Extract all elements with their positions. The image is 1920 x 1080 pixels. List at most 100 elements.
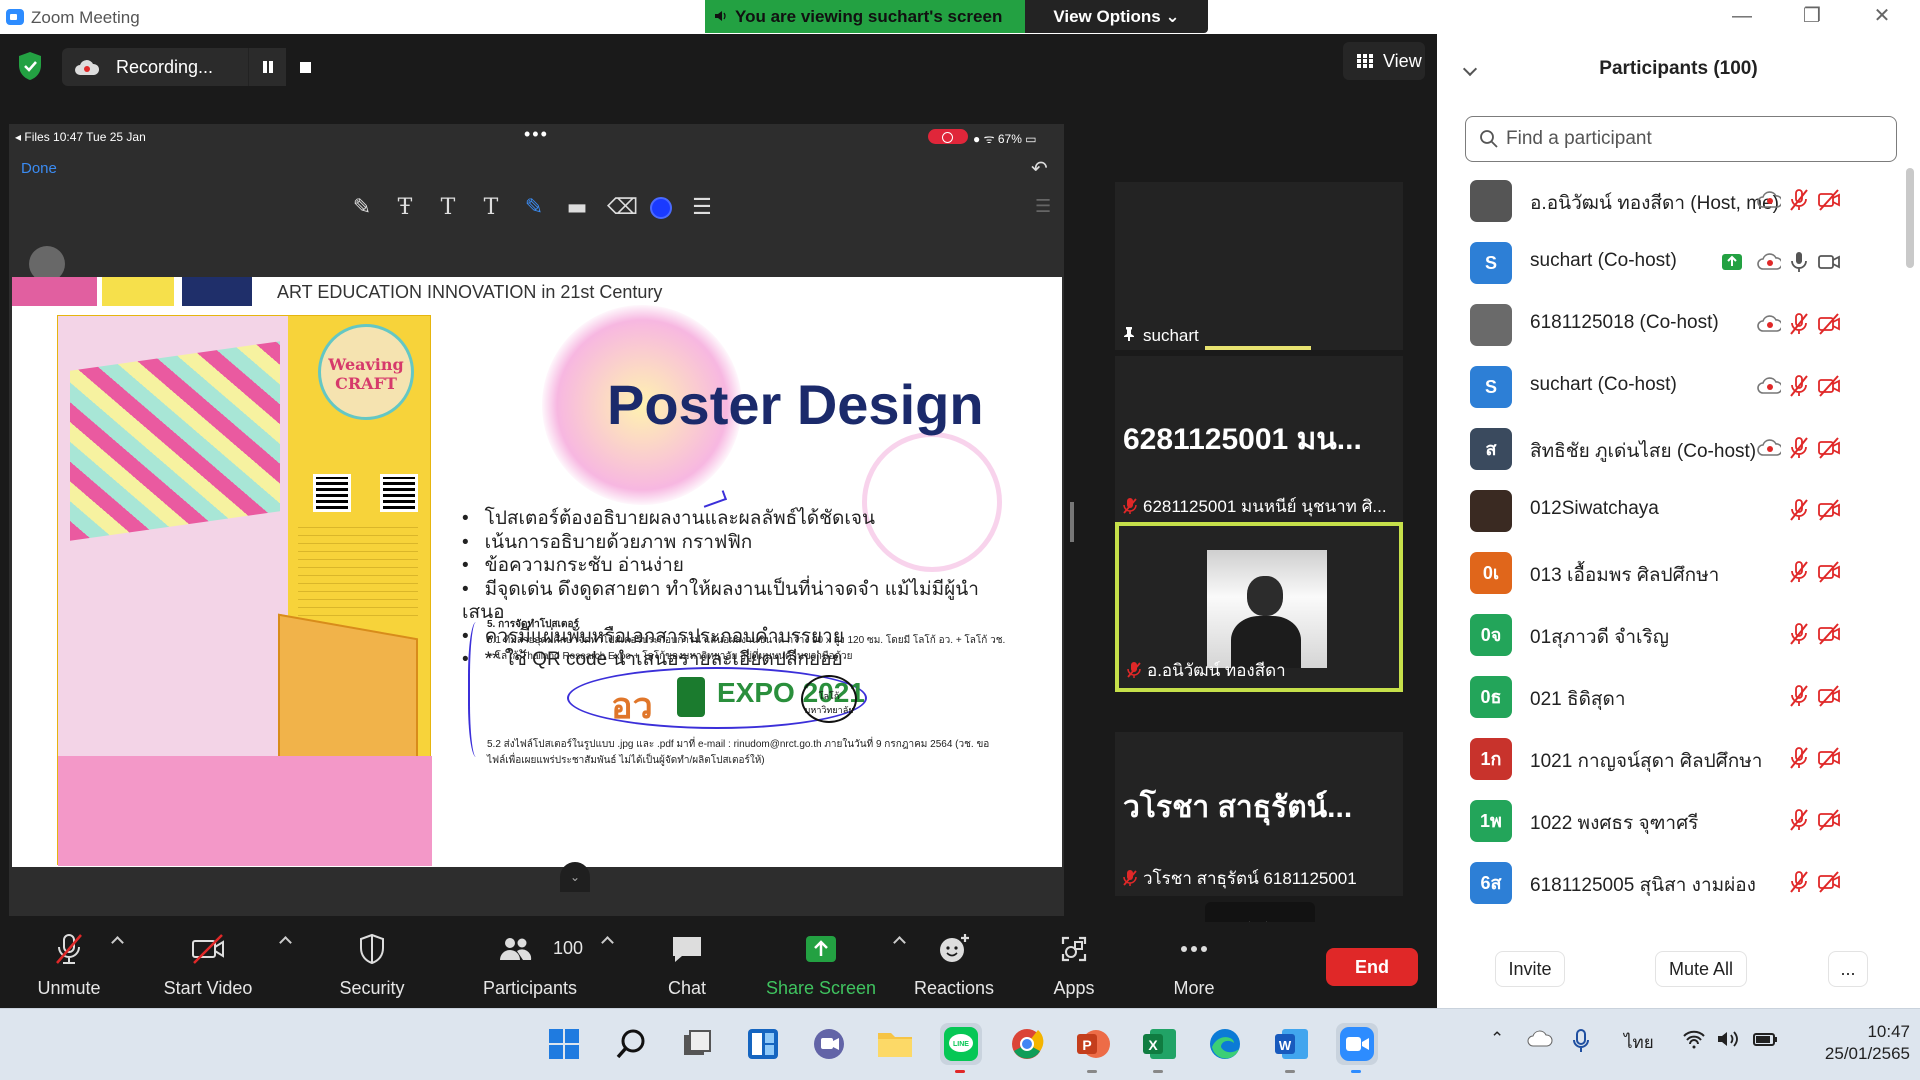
ipad-status-right: ● ᯤ 67% ▭ [973,132,1037,146]
participants-icon [500,938,532,960]
file-explorer-app[interactable] [874,1023,916,1065]
participant-row[interactable]: Ssuchart (Co-host) [1437,354,1902,416]
security-button[interactable]: Security [322,922,422,1008]
list-icon[interactable]: ☰ [1035,196,1051,217]
video-options-caret[interactable] [279,936,292,949]
video-tile[interactable]: วโรชา สาธุรัตน์... วโรชา สาธุรัตน์ 61811… [1115,732,1403,896]
ipad-status-left: ◂ Files 10:47 Tue 25 Jan [15,130,146,144]
participant-row[interactable]: 012Siwatchaya [1437,478,1902,540]
volume-icon[interactable] [1716,1029,1740,1049]
participant-row[interactable]: 6181125018 (Co-host) [1437,292,1902,354]
end-meeting-button[interactable]: End [1326,948,1418,986]
participant-row[interactable]: 0เ 013 เอื้อมพร ศิลปศึกษา [1437,540,1902,602]
unmute-button[interactable]: Unmute [20,922,124,1008]
participant-avatar: ส [1470,428,1512,470]
start-button[interactable] [543,1023,585,1065]
wifi-icon[interactable] [1682,1029,1706,1049]
maximize-button[interactable]: ❐ [1782,0,1842,34]
close-button[interactable]: ✕ [1852,0,1912,34]
meeting-area: Recording... View ◂ Files 10:47 Tue 25 J… [0,34,1437,1008]
apps-icon [1061,936,1087,962]
participant-name: suchart (Co-host) [1530,250,1677,271]
text-small-icon[interactable]: T [478,195,504,221]
chrome-app[interactable] [1006,1023,1048,1065]
participant-row[interactable]: 6ส 6181125005 สุนิสา งามผ่อง [1437,850,1902,912]
undo-icon[interactable]: ↶ [1031,156,1048,181]
line-app[interactable]: LINE [940,1023,982,1073]
share-options-caret[interactable] [893,936,906,949]
participants-options-caret[interactable] [601,936,614,949]
video-tile[interactable]: 6281125001 มน... 6281125001 มนหนีย์ นุชน… [1115,356,1403,524]
widgets-button[interactable] [742,1023,784,1065]
onedrive-cloud-icon[interactable] [1527,1029,1553,1047]
apps-button[interactable]: Apps [1036,922,1112,1008]
pen-icon[interactable]: ✎ [349,195,375,221]
more-button[interactable]: More [1156,922,1232,1008]
participants-button[interactable]: 100 Participants [478,922,614,1008]
task-view-button[interactable] [676,1023,718,1065]
mic-muted-icon [1787,746,1811,770]
teams-chat-app[interactable] [808,1023,850,1065]
participant-row[interactable]: 1พ 1022 พงศธร จุฑาศรี [1437,788,1902,850]
microphone-in-use-icon[interactable] [1572,1029,1590,1053]
stop-recording-button[interactable] [286,48,324,86]
strikethrough-icon[interactable]: Ŧ [392,195,418,221]
logo-university-placeholder: โลโก้ มหาวิทยาลัย [801,675,857,723]
minimize-button[interactable]: — [1712,0,1772,34]
participant-row[interactable]: 1ก 1021 กาญจน์สุดา ศิลปศึกษา [1437,726,1902,788]
comment-icon[interactable]: ▬ [564,195,590,221]
scroll-handle[interactable]: ⌄ [560,862,590,892]
participant-avatar: 0ธ [1470,676,1512,718]
audio-options-caret[interactable] [111,936,124,949]
view-layout-button[interactable]: View [1343,42,1425,80]
share-screen-icon [806,936,836,962]
participant-name: 6181125018 (Co-host) [1530,312,1719,333]
chat-button[interactable]: Chat [650,922,724,1008]
input-language-indicator[interactable]: ไทย [1624,1029,1654,1056]
taskbar-clock[interactable]: 10:47 25/01/2565 [1804,1021,1910,1065]
battery-icon[interactable] [1752,1029,1780,1049]
participant-search-box[interactable] [1465,116,1897,162]
highlighter-icon[interactable]: ✎ [521,195,547,221]
encryption-shield-icon[interactable] [17,51,43,81]
participant-row[interactable]: ส สิทธิชัย ภูเด่นไสย (Co-host) [1437,416,1902,478]
more-icon [1181,946,1207,952]
participant-row[interactable]: อ.อนิวัฒน์ ทองสีดา (Host, me) [1437,168,1902,230]
panel-splitter[interactable] [1070,502,1074,542]
participant-row[interactable]: Ssuchart (Co-host) [1437,230,1902,292]
recording-icon [1757,312,1783,336]
excel-app[interactable]: X [1138,1023,1180,1073]
invite-button[interactable]: Invite [1495,951,1565,987]
participants-scrollbar[interactable] [1906,168,1914,268]
color-picker[interactable] [650,197,672,219]
more-options-button[interactable]: ... [1828,951,1868,987]
view-options-button[interactable]: View Options ⌄ [1025,0,1208,33]
mute-all-button[interactable]: Mute All [1655,951,1747,987]
powerpoint-app[interactable]: P [1072,1023,1114,1073]
speaking-indicator [1205,346,1311,350]
zoom-app[interactable] [1336,1023,1378,1073]
poster-image: Weaving CRAFT [57,315,432,866]
share-screen-button[interactable]: Share Screen [764,922,906,1008]
participant-avatar: 1พ [1470,800,1512,842]
participant-row[interactable]: 0ธ 021 ธิดิสุดา [1437,664,1902,726]
participant-search-input[interactable] [1506,125,1886,153]
stroke-width-icon[interactable]: ☰ [689,195,715,221]
start-video-button[interactable]: Start Video [158,922,292,1008]
done-button[interactable]: Done [21,160,57,177]
pause-recording-button[interactable] [248,48,286,86]
participant-row[interactable]: 0จ 01สุภาวดี จำเริญ [1437,602,1902,664]
reactions-button[interactable]: Reactions [906,922,1002,1008]
participant-name: 021 ธิดิสุดา [1530,689,1626,710]
widgets-icon [748,1029,778,1059]
text-icon[interactable]: T [435,195,461,221]
show-hidden-icons-chevron[interactable]: ⌃ [1490,1029,1504,1049]
participant-avatar: S [1470,242,1512,284]
recording-icon [1757,374,1783,398]
video-tile-active-speaker[interactable]: อ.อนิวัฒน์ ทองสีดา [1115,522,1403,692]
word-app[interactable]: W [1270,1023,1312,1073]
taskbar-search-button[interactable] [610,1023,652,1065]
eraser-icon[interactable]: ⌫ [607,195,638,221]
video-tile[interactable]: suchart [1115,182,1403,350]
edge-app[interactable] [1204,1023,1246,1065]
